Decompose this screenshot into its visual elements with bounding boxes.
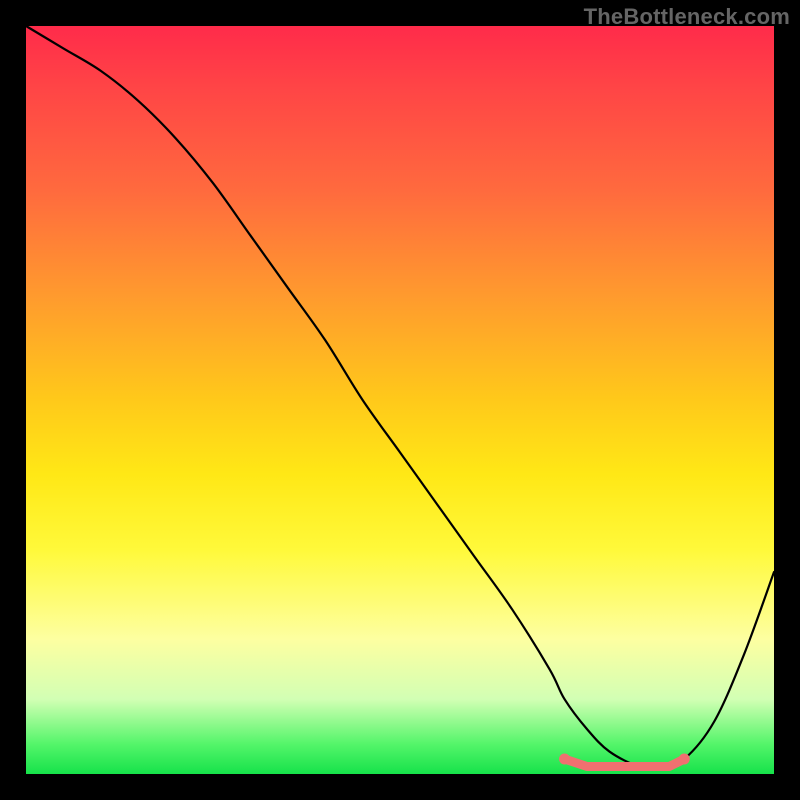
bottleneck-curve [26,26,774,768]
chart-frame: TheBottleneck.com [0,0,800,800]
marker-dot [679,754,690,765]
marker-dot [559,754,570,765]
plot-area [26,26,774,774]
chart-svg [26,26,774,774]
